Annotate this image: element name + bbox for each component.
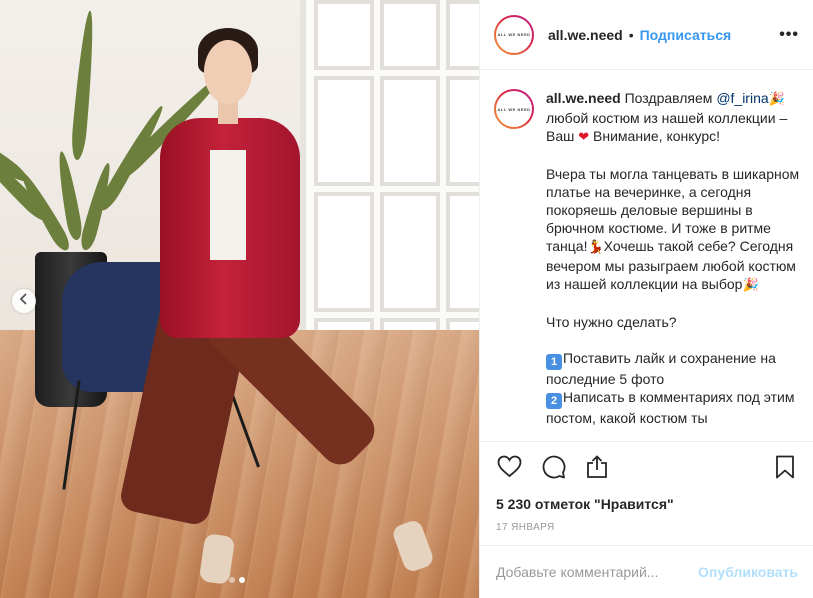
caption-mention-link[interactable]: @f_irina — [716, 90, 768, 106]
caption-text-part: Внимание, конкурс! — [589, 128, 721, 144]
caption-area[interactable]: ALL WE NEED all.we.need Поздравляем @f_i… — [480, 71, 813, 441]
model-head — [204, 40, 252, 104]
avatar-logo-text: ALL WE NEED — [497, 32, 531, 37]
party-emoji-icon: 🎉 — [742, 278, 759, 293]
post-actions: 5 230 отметок "Нравится" 17 ЯНВАРЯ — [480, 441, 813, 545]
carousel-dot — [229, 577, 235, 583]
caption-avatar-logo-text: ALL WE NEED — [497, 106, 531, 112]
save-button[interactable] — [772, 455, 798, 484]
bookmark-icon — [775, 455, 795, 484]
dancer-emoji-icon: 💃 — [587, 240, 604, 255]
caption-username[interactable]: all.we.need — [546, 90, 621, 106]
keycap-two-emoji-icon: 2 — [546, 393, 562, 409]
post-date[interactable]: 17 ЯНВАРЯ — [496, 522, 798, 533]
more-icon: ••• — [779, 25, 799, 43]
like-button[interactable] — [496, 455, 522, 483]
caption-text-part: Поздравляем — [624, 90, 717, 106]
caption-avatar[interactable]: ALL WE NEED — [494, 89, 534, 129]
caption-question: Что нужно сделать? — [546, 314, 677, 330]
share-button[interactable] — [584, 454, 610, 484]
carousel-prev-button[interactable] — [12, 289, 36, 313]
keycap-one-emoji-icon: 1 — [546, 354, 562, 370]
carousel-dot-active — [239, 577, 245, 583]
publish-button[interactable]: Опубликовать — [698, 564, 798, 580]
red-heart-emoji-icon: ❤ — [578, 130, 590, 145]
post-panel: ALL WE NEED all.we.need • Подписаться ••… — [479, 0, 813, 598]
comment-button[interactable] — [540, 454, 566, 484]
caption-step: Написать в комментариях под этим постом,… — [546, 389, 795, 426]
heart-icon — [497, 455, 522, 483]
post-photo[interactable] — [0, 0, 479, 598]
avatar[interactable]: ALL WE NEED — [494, 14, 534, 55]
post-header: ALL WE NEED all.we.need • Подписаться ••… — [480, 0, 813, 70]
follow-button[interactable]: Подписаться — [640, 27, 732, 43]
caption-step: Поставить лайк и сохранение на последние… — [546, 350, 776, 387]
party-emoji-icon: 🎉 — [768, 92, 785, 107]
comment-bar: Опубликовать — [480, 545, 813, 598]
caption-text: all.we.need Поздравляем @f_irina🎉 любой … — [546, 89, 800, 441]
share-icon — [586, 454, 608, 484]
likes-count[interactable]: 5 230 отметок "Нравится" — [496, 496, 798, 512]
carousel-indicator — [229, 577, 245, 583]
comment-icon — [541, 454, 566, 484]
header-username[interactable]: all.we.need — [548, 27, 623, 43]
more-options-button[interactable]: ••• — [779, 26, 799, 44]
header-separator: • — [628, 26, 634, 43]
chevron-left-icon — [19, 292, 29, 310]
comment-input[interactable] — [496, 564, 699, 580]
